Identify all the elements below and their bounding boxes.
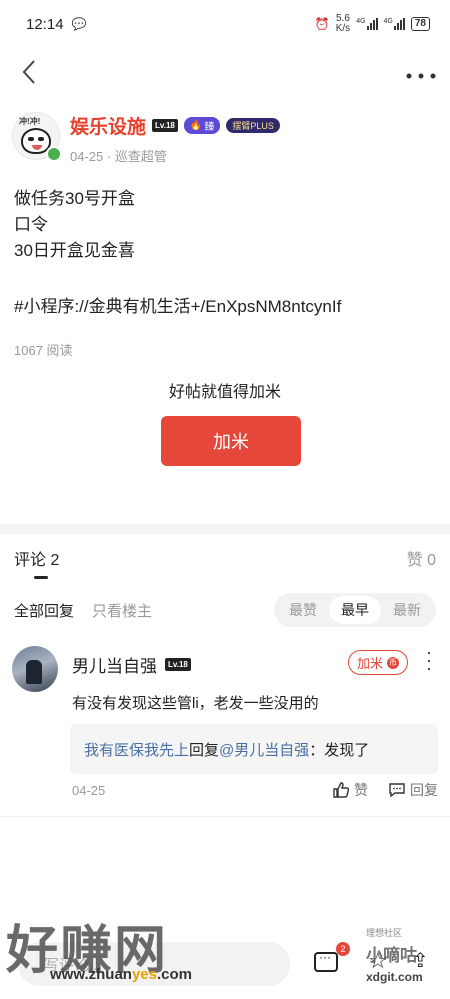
avatar-caption-icon: 冲!冲! [19,117,41,126]
tab-comments[interactable]: 评论 2 [14,546,59,579]
comment-reply-preview[interactable]: 我有医保我先上 回复 @男儿当自强 ：发现了 [70,724,438,774]
filter-owner-only[interactable]: 只看楼主 [92,600,152,621]
post-line: 口令 [14,215,48,234]
comment-date: 04-25 [72,782,106,798]
sort-earliest[interactable]: 最早 [329,596,381,624]
signal-icon-2: 4G [384,18,405,30]
comment-tabs: 评论 2 赞 0 [0,546,450,586]
comments-icon[interactable] [314,950,338,972]
thumbs-up-icon [333,782,350,798]
reward-prompt: 好帖就值得加米 [168,384,281,401]
comment-like-button[interactable]: 赞 [332,780,368,800]
post-author: 冲!冲! 娱乐设施 Lv.18 🔥 臻 摆臂PLUS 04-25 · 巡查超管 [12,112,438,168]
status-bar: 12:14 💬 ⏰ 5.6 K/s 4G 4G 78 [0,0,450,48]
reply-author[interactable]: 我有医保我先上 [84,739,189,760]
comment-text: 有没有发现这些管li，老发一些没用的 [72,695,319,712]
post-line: 30日开盒见金喜 [14,241,135,260]
coin-icon: 币 [387,656,399,669]
sort-latest[interactable]: 最新 [381,596,433,624]
watermark-logo-right: 理想社区 小嘀咕 xdgit.com [366,928,423,984]
more-options-icon[interactable] [406,59,436,85]
sort-most-liked[interactable]: 最赞 [277,596,329,624]
post-content: 做任务30号开盒 口令 30日开盒见金喜 #小程序://金典有机生活+/EnXp… [14,186,434,320]
level-badge: Lv.18 [165,658,191,671]
reward-button[interactable]: 加米 [161,416,301,466]
filter-all-replies[interactable]: 全部回复 [14,600,74,621]
reply-icon [389,783,405,798]
tab-likes[interactable]: 赞 0 [407,546,436,570]
author-name[interactable]: 娱乐设施 [70,112,146,139]
section-divider [0,524,450,534]
back-icon[interactable] [14,57,44,87]
plus-badge: 摆臂PLUS [226,117,280,133]
level-badge: Lv.18 [152,118,178,132]
comment-count-badge: 2 [336,942,350,956]
post-line: 做任务30号开盒 [14,189,135,208]
comment-filter-row: 全部回复 只看楼主 最赞 最早 最新 [0,592,450,628]
wechat-icon: 💬 [71,17,87,31]
post-meta: 04-25 · 巡查超管 [70,149,167,164]
comment-reward-button[interactable]: 加米 币 [347,650,408,675]
comment-reply-button[interactable]: 回复 [388,780,438,800]
post-mini-program-link[interactable]: #小程序://金典有机生活+/EnXpsNM8ntcynIf [14,294,434,320]
battery-icon: 78 [410,17,430,31]
commenter-avatar[interactable] [12,646,58,692]
read-count: 1067 阅读 [14,343,73,358]
user-status-icon [46,146,62,162]
nav-bar [0,48,450,96]
comment-item: 男儿当自强 Lv.18 加米 币 · · · 有没有发现这些管li，老发一些没用的 … [12,643,438,806]
reply-mention[interactable]: @男儿当自强 [219,739,309,760]
signal-icon: 4G [356,18,378,30]
comment-more-icon[interactable]: · · · [426,643,432,677]
flame-badge: 🔥 臻 [183,116,221,134]
net-speed: 5.6 K/s [335,13,351,34]
commenter-name[interactable]: 男儿当自强 [72,652,157,677]
flame-icon: 🔥 [189,119,203,131]
comment-separator [0,816,450,817]
author-avatar[interactable]: 冲!冲! [12,112,62,162]
sort-switch: 最赞 最早 最新 [274,593,436,627]
alarm-icon: ⏰ [314,17,330,31]
status-time: 12:14 [26,15,64,33]
watermark-logo: 好赚网 www.zhuanyes.com [6,921,192,983]
